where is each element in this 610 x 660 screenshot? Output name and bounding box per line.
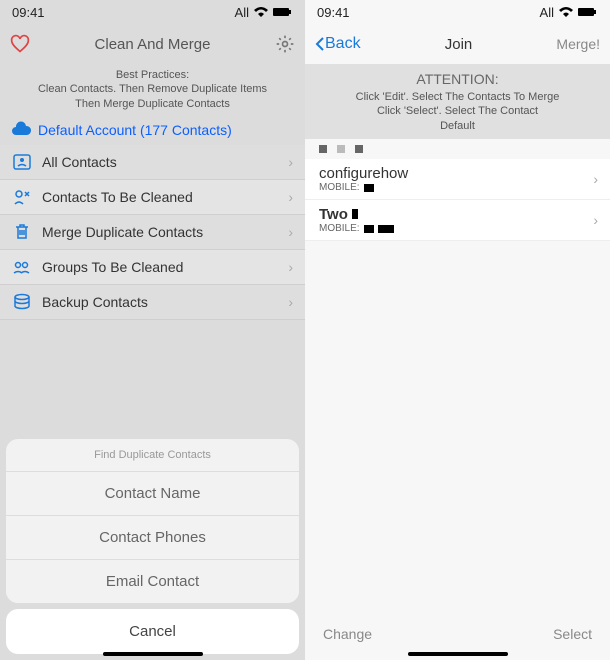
status-time: 09:41 — [317, 5, 350, 20]
home-indicator — [103, 652, 203, 656]
sheet-header: Find Duplicate Contacts — [6, 439, 299, 472]
bottom-toolbar: Change Select — [305, 626, 610, 642]
change-button[interactable]: Change — [323, 626, 372, 642]
home-indicator — [408, 652, 508, 656]
status-bar: 09:41 All — [305, 0, 610, 24]
sheet-option-email-contact[interactable]: Email Contact — [6, 560, 299, 603]
redacted-number — [364, 184, 374, 192]
right-screen: 09:41 All Back Join Merge! ATTENTION: Cl… — [305, 0, 610, 660]
chevron-left-icon — [315, 36, 325, 52]
select-button[interactable]: Select — [553, 626, 592, 642]
left-screen: 09:41 All Clean And Merge Best Practices… — [0, 0, 305, 660]
sheet-option-contact-name[interactable]: Contact Name — [6, 472, 299, 516]
chevron-right-icon: › — [593, 212, 598, 228]
wifi-icon — [558, 6, 574, 18]
merge-button[interactable]: Merge! — [556, 36, 600, 52]
back-button[interactable]: Back — [315, 35, 361, 53]
attention-block: ATTENTION: Click 'Edit'. Select The Cont… — [305, 64, 610, 139]
nav-title: Join — [361, 36, 557, 53]
group-indicator — [305, 139, 610, 159]
redacted-number — [364, 225, 374, 233]
sheet-cancel-button[interactable]: Cancel — [6, 609, 299, 654]
contact-row-1[interactable]: configurehow MOBILE: › — [305, 159, 610, 200]
action-sheet-backdrop: Find Duplicate Contacts Contact Name Con… — [0, 0, 305, 660]
status-right: All — [540, 5, 598, 20]
contact-row-2[interactable]: Two MOBILE: › — [305, 200, 610, 241]
action-sheet: Find Duplicate Contacts Contact Name Con… — [6, 439, 299, 603]
chevron-right-icon: › — [593, 171, 598, 187]
nav-bar: Back Join Merge! — [305, 24, 610, 64]
sheet-option-contact-phones[interactable]: Contact Phones — [6, 516, 299, 560]
redacted-number — [378, 225, 394, 233]
battery-icon — [578, 7, 598, 17]
